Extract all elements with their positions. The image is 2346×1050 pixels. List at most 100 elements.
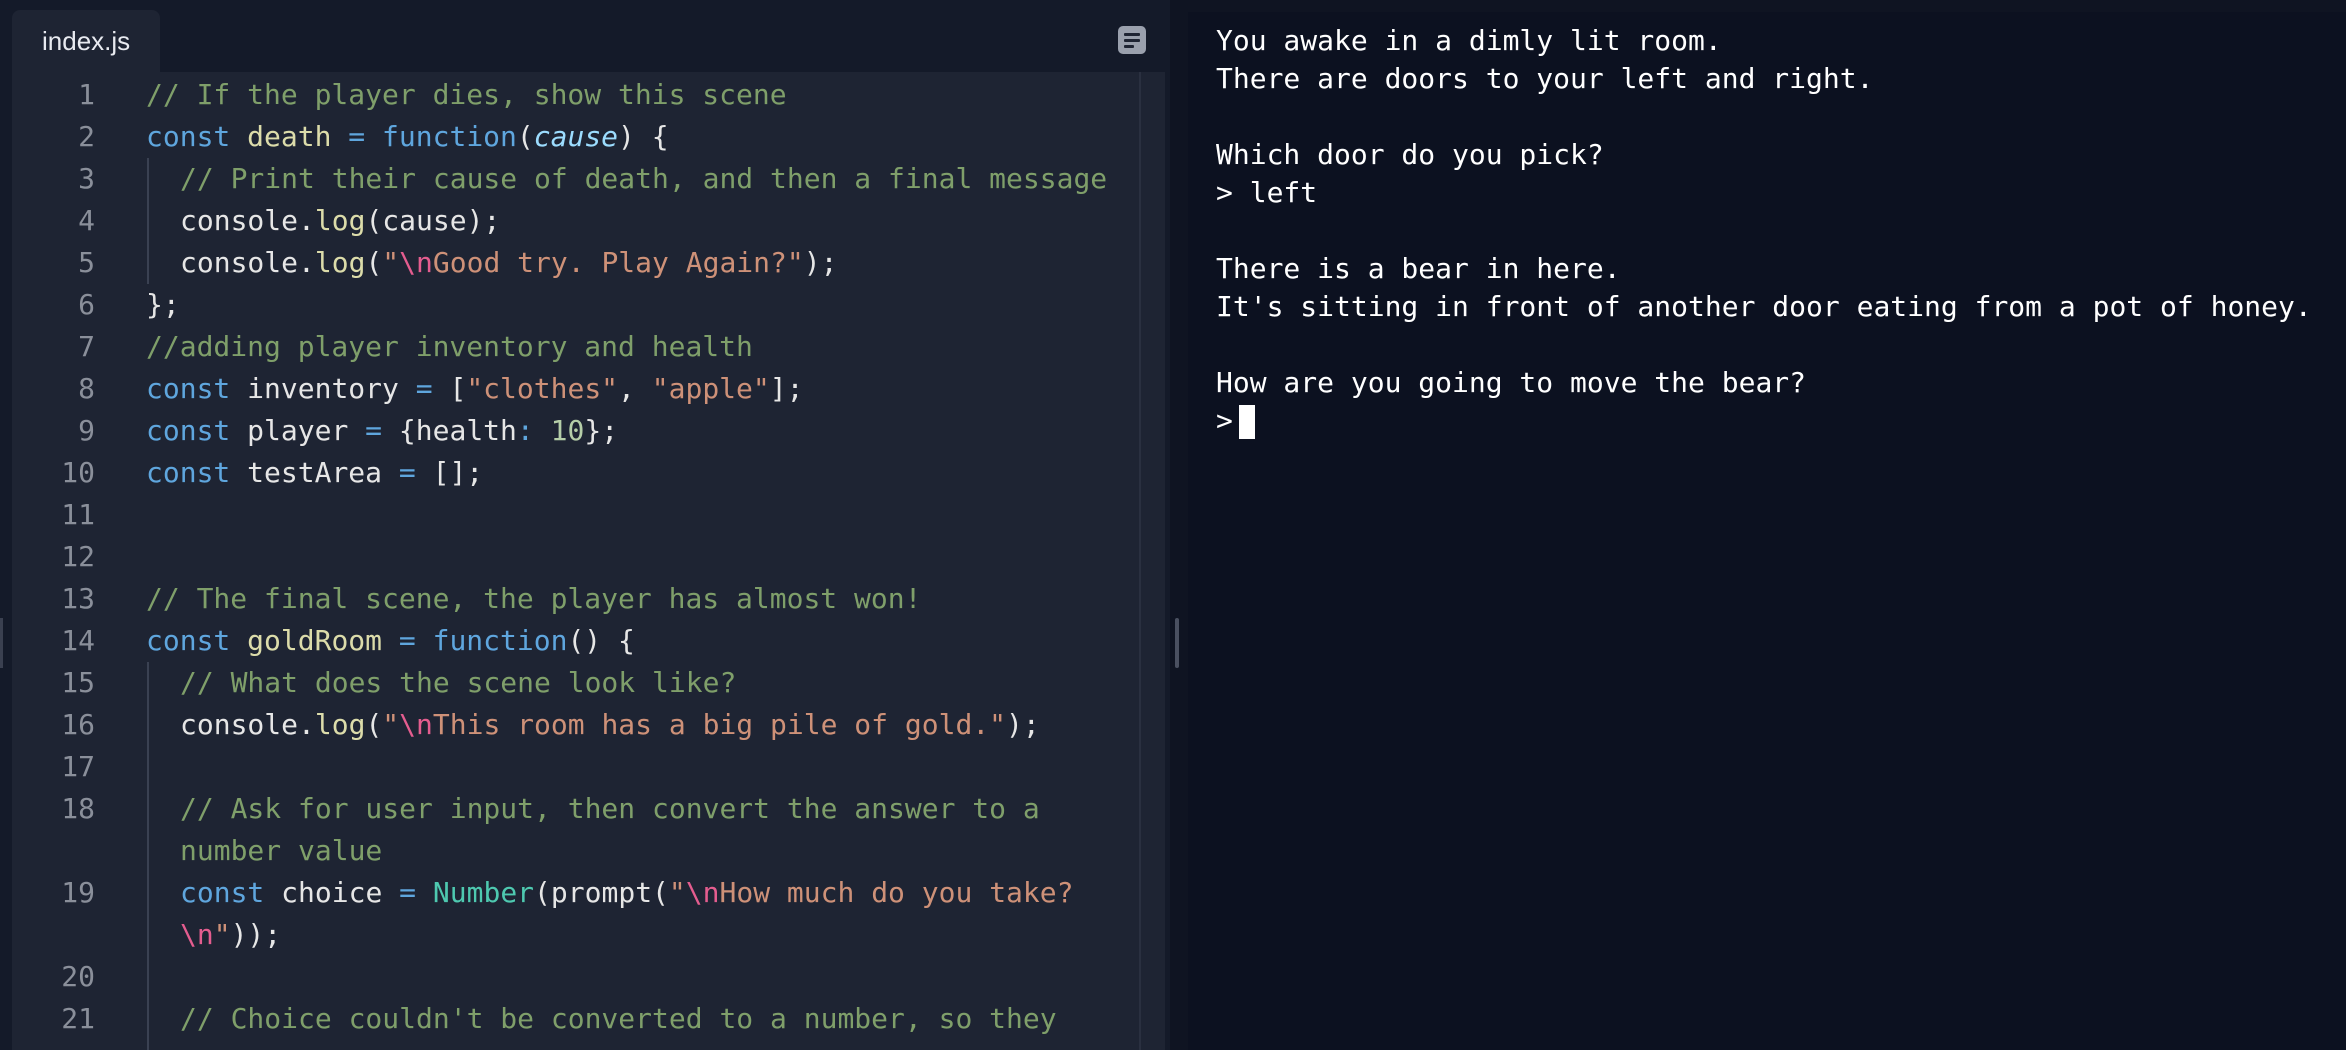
code-token: ); bbox=[803, 246, 838, 279]
code-line[interactable]: 19 const choice = Number(prompt("\nHow mu… bbox=[12, 872, 1139, 914]
code-line[interactable]: 10 const testArea = []; bbox=[12, 452, 1139, 494]
code-token: cause bbox=[533, 120, 619, 153]
code-token: const bbox=[180, 876, 282, 909]
code-token: []; bbox=[432, 456, 484, 489]
code-token: console. bbox=[180, 246, 315, 279]
line-number: 10 bbox=[61, 456, 95, 489]
code-token: const bbox=[146, 372, 248, 405]
code-token: ( bbox=[365, 708, 383, 741]
code-token: , bbox=[618, 372, 652, 405]
code-token: // What does the scene look like? bbox=[180, 666, 737, 699]
code-token: "apple" bbox=[651, 372, 770, 405]
line-number: 1 bbox=[78, 78, 95, 111]
code-text: const testArea = []; bbox=[146, 452, 483, 494]
code-token: // Print their cause of death, and then … bbox=[180, 162, 1108, 195]
code-token: ( bbox=[516, 120, 534, 153]
console-output[interactable]: You awake in a dimly lit room. There are … bbox=[1188, 12, 2346, 1050]
code-line[interactable]: 16 console.log("\nThis room has a big pil… bbox=[12, 704, 1139, 746]
code-token: function bbox=[432, 624, 568, 657]
code-text: const goldRoom = function() { bbox=[146, 620, 635, 662]
text-cursor bbox=[1238, 405, 1255, 439]
code-line[interactable]: 1 // If the player dies, show this scene bbox=[12, 74, 1139, 116]
code-line[interactable]: 9 const player = {health: 10}; bbox=[12, 410, 1139, 452]
code-text: // The final scene, the player has almos… bbox=[146, 578, 921, 620]
code-token: // If the player dies, show this scene bbox=[146, 78, 787, 111]
code-text: // What does the scene look like? bbox=[180, 662, 736, 704]
code-token: [ bbox=[449, 372, 467, 405]
code-token: (cause); bbox=[365, 204, 501, 237]
line-number: 9 bbox=[78, 414, 95, 447]
code-text: const player = {health: 10}; bbox=[146, 410, 618, 452]
code-token: (prompt( bbox=[534, 876, 669, 909]
code-editor[interactable]: 1 // If the player dies, show this scene 2… bbox=[12, 72, 1139, 1050]
code-line[interactable]: 7 //adding player inventory and health bbox=[12, 326, 1139, 368]
code-token: This room has a big pile of gold." bbox=[432, 708, 1007, 741]
code-line[interactable]: 21 // Choice couldn't be converted to a n… bbox=[12, 998, 1139, 1040]
code-token: Number bbox=[432, 876, 535, 909]
code-line[interactable]: 2 const death = function(cause) { bbox=[12, 116, 1139, 158]
code-line[interactable]: 6}; bbox=[12, 284, 1139, 326]
editor-scrollbar[interactable] bbox=[1139, 72, 1165, 1050]
line-number: 17 bbox=[61, 750, 95, 783]
code-token: = bbox=[382, 624, 433, 657]
code-line[interactable]: 8 const inventory = ["clothes", "apple"]; bbox=[12, 368, 1139, 410]
code-line[interactable]: \n")); bbox=[12, 914, 1139, 956]
code-token: " bbox=[382, 708, 400, 741]
line-number: 2 bbox=[78, 120, 95, 153]
code-token: ) { bbox=[618, 120, 669, 153]
console-line: Which door do you pick? bbox=[1216, 138, 1604, 171]
code-token: () { bbox=[567, 624, 635, 657]
code-token: = bbox=[399, 876, 433, 909]
code-text: // Print their cause of death, and then … bbox=[180, 158, 1107, 200]
line-number: 11 bbox=[61, 498, 95, 531]
line-number: 8 bbox=[78, 372, 95, 405]
code-token: const bbox=[146, 624, 248, 657]
code-token: : bbox=[516, 414, 551, 447]
code-token: }; bbox=[146, 288, 180, 321]
code-token: const bbox=[146, 120, 248, 153]
code-text: \n")); bbox=[180, 914, 281, 956]
code-line[interactable]: 3 // Print their cause of death, and then… bbox=[12, 158, 1139, 200]
indent-guide bbox=[147, 158, 149, 284]
code-line[interactable]: 12 bbox=[12, 536, 1139, 578]
console-input-line[interactable]: > bbox=[1216, 402, 1255, 440]
code-line[interactable]: 13 // The final scene, the player has alm… bbox=[12, 578, 1139, 620]
code-token: = bbox=[365, 414, 399, 447]
left-resize-handle[interactable] bbox=[0, 618, 3, 668]
code-text: }; bbox=[146, 284, 180, 326]
code-text: number value bbox=[180, 830, 382, 872]
code-token: number value bbox=[180, 834, 383, 867]
code-line[interactable]: 15 // What does the scene look like? bbox=[12, 662, 1139, 704]
line-number: 19 bbox=[61, 876, 95, 909]
code-line[interactable]: 11 bbox=[12, 494, 1139, 536]
code-token: //adding player inventory and health bbox=[146, 330, 753, 363]
code-token: }; bbox=[584, 414, 619, 447]
line-number: 18 bbox=[61, 792, 95, 825]
code-line[interactable]: 5 console.log("\nGood try. Play Again?"); bbox=[12, 242, 1139, 284]
code-text: console.log("\nThis room has a big pile … bbox=[180, 704, 1040, 746]
code-token: \n bbox=[685, 876, 720, 909]
code-text: console.log(cause); bbox=[180, 200, 500, 242]
console-line: You awake in a dimly lit room. bbox=[1216, 24, 1722, 57]
code-token: // Ask for user input, then convert the … bbox=[180, 792, 1040, 825]
code-token: choice bbox=[281, 876, 400, 909]
code-line[interactable]: 14 const goldRoom = function() { bbox=[12, 620, 1139, 662]
line-number: 13 bbox=[61, 582, 95, 615]
code-token: function bbox=[382, 120, 517, 153]
code-token: " bbox=[213, 918, 231, 951]
code-line[interactable]: 17 bbox=[12, 746, 1139, 788]
pane-divider[interactable] bbox=[1170, 0, 1188, 1050]
code-text: const death = function(cause) { bbox=[146, 116, 669, 158]
code-token: 10 bbox=[550, 414, 585, 447]
code-line[interactable]: 20 bbox=[12, 956, 1139, 998]
code-token: How much do you take? bbox=[719, 876, 1074, 909]
code-token: log bbox=[314, 246, 366, 279]
divider-handle[interactable] bbox=[1175, 618, 1179, 668]
code-line[interactable]: number value bbox=[12, 830, 1139, 872]
code-line[interactable]: 18 // Ask for user input, then convert th… bbox=[12, 788, 1139, 830]
list-icon[interactable] bbox=[1118, 26, 1146, 54]
code-token: log bbox=[314, 204, 366, 237]
code-token: = bbox=[415, 372, 450, 405]
tab-index-js[interactable]: index.js bbox=[12, 10, 161, 72]
code-line[interactable]: 4 console.log(cause); bbox=[12, 200, 1139, 242]
